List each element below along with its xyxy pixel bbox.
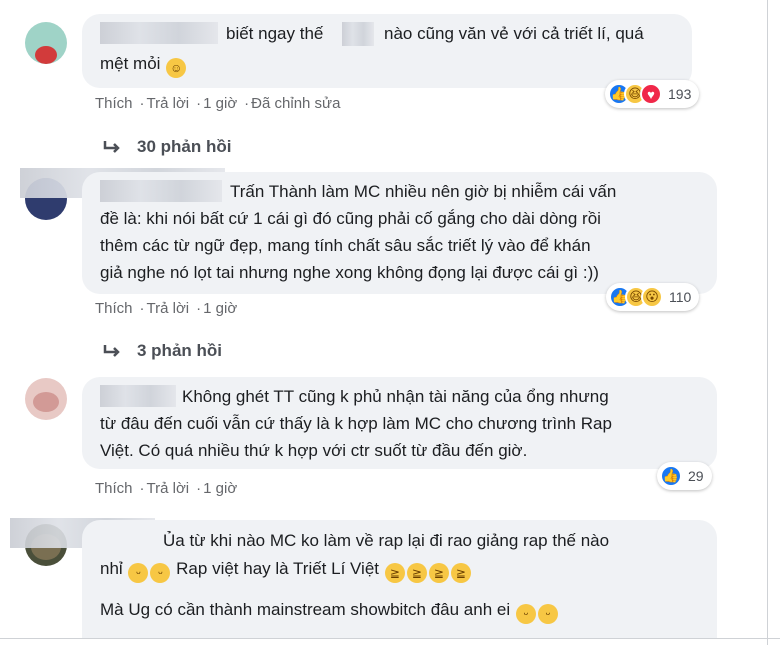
comment-text: mệt mỏi ☺ xyxy=(100,50,187,78)
blurred-username xyxy=(100,22,218,44)
reaction-summary[interactable]: 👍 😆 ♥ 193 xyxy=(605,80,700,108)
rofl-emoji-icon: ≧ xyxy=(406,563,427,583)
relieved-emoji-icon: ᵕ xyxy=(515,604,536,624)
reaction-count: 193 xyxy=(668,86,692,102)
comment-text: biết ngay thế xyxy=(226,24,324,43)
timestamp[interactable]: 1 giờ xyxy=(203,300,237,317)
comment-text: từ đâu đến cuối vẫn cứ thấy là k hợp làm… xyxy=(100,414,612,433)
relieved-emoji-icon: ᵕ xyxy=(128,563,149,583)
comment-text: Mà Ug có cần thành mainstream showbitch … xyxy=(100,596,559,624)
timestamp[interactable]: 1 giờ xyxy=(203,480,237,497)
comment-text: nhỉ ᵕᵕ Rap việt hay là Triết Lí Việt ≧ ≧ ≧… xyxy=(100,555,472,583)
reaction-count: 29 xyxy=(688,468,704,484)
like-icon: 👍 xyxy=(660,465,682,487)
like-link[interactable]: Thích xyxy=(95,300,133,317)
reply-link[interactable]: Trả lời xyxy=(147,480,190,497)
reply-arrow-icon xyxy=(103,345,120,357)
comment-text: Không ghét TT cũng k phủ nhận tài năng c… xyxy=(182,387,609,406)
rofl-emoji-icon: ≧ xyxy=(428,563,449,583)
comment-text: Ủa từ khi nào MC ko làm về rap lại đi ra… xyxy=(163,531,610,550)
wow-icon: 😮 xyxy=(641,286,663,308)
like-link[interactable]: Thích xyxy=(95,480,133,497)
avatar[interactable] xyxy=(25,22,67,64)
reply-link[interactable]: Trả lời xyxy=(147,300,190,317)
window-edge-bottom xyxy=(0,638,780,639)
edited-label: Đã chỉnh sửa xyxy=(251,95,341,112)
view-replies-link[interactable]: 3 phản hồi xyxy=(103,341,222,361)
blurred-word xyxy=(342,22,374,46)
blurred-username xyxy=(100,180,222,202)
blurred-username xyxy=(100,385,176,407)
comment-text: đề là: khi nói bất cứ 1 cái gì đó cũng p… xyxy=(100,209,601,228)
smile-emoji-icon: ☺ xyxy=(166,58,187,78)
reaction-summary[interactable]: 👍 😆 😮 110 xyxy=(606,283,700,311)
reply-link[interactable]: Trả lời xyxy=(147,95,190,112)
comment-text: thêm các từ ngữ đẹp, mang tính chất sâu … xyxy=(100,236,591,255)
comment-text: Trấn Thành làm MC nhiều nên giờ bị nhiễm… xyxy=(230,182,617,201)
rofl-emoji-icon: ≧ xyxy=(384,563,405,583)
comment-text: Việt. Có quá nhiều thứ k hợp với ctr suố… xyxy=(100,441,528,460)
view-replies-link[interactable]: 30 phản hồi xyxy=(103,137,231,157)
relieved-emoji-icon: ᵕ xyxy=(537,604,558,624)
reaction-count: 110 xyxy=(669,289,692,305)
window-edge-right xyxy=(767,0,768,645)
rofl-emoji-icon: ≧ xyxy=(450,563,471,583)
reply-arrow-icon xyxy=(103,141,120,153)
timestamp[interactable]: 1 giờ xyxy=(203,95,237,112)
relieved-emoji-icon: ᵕ xyxy=(150,563,171,583)
avatar[interactable] xyxy=(25,378,67,420)
comment-text: nào cũng văn vẻ với cả triết lí, quá xyxy=(384,24,644,43)
love-icon: ♥ xyxy=(640,83,662,105)
reaction-summary[interactable]: 👍 29 xyxy=(657,462,712,490)
like-link[interactable]: Thích xyxy=(95,95,133,112)
comment-text: giả nghe nó lọt tai nhưng nghe xong khôn… xyxy=(100,263,599,282)
